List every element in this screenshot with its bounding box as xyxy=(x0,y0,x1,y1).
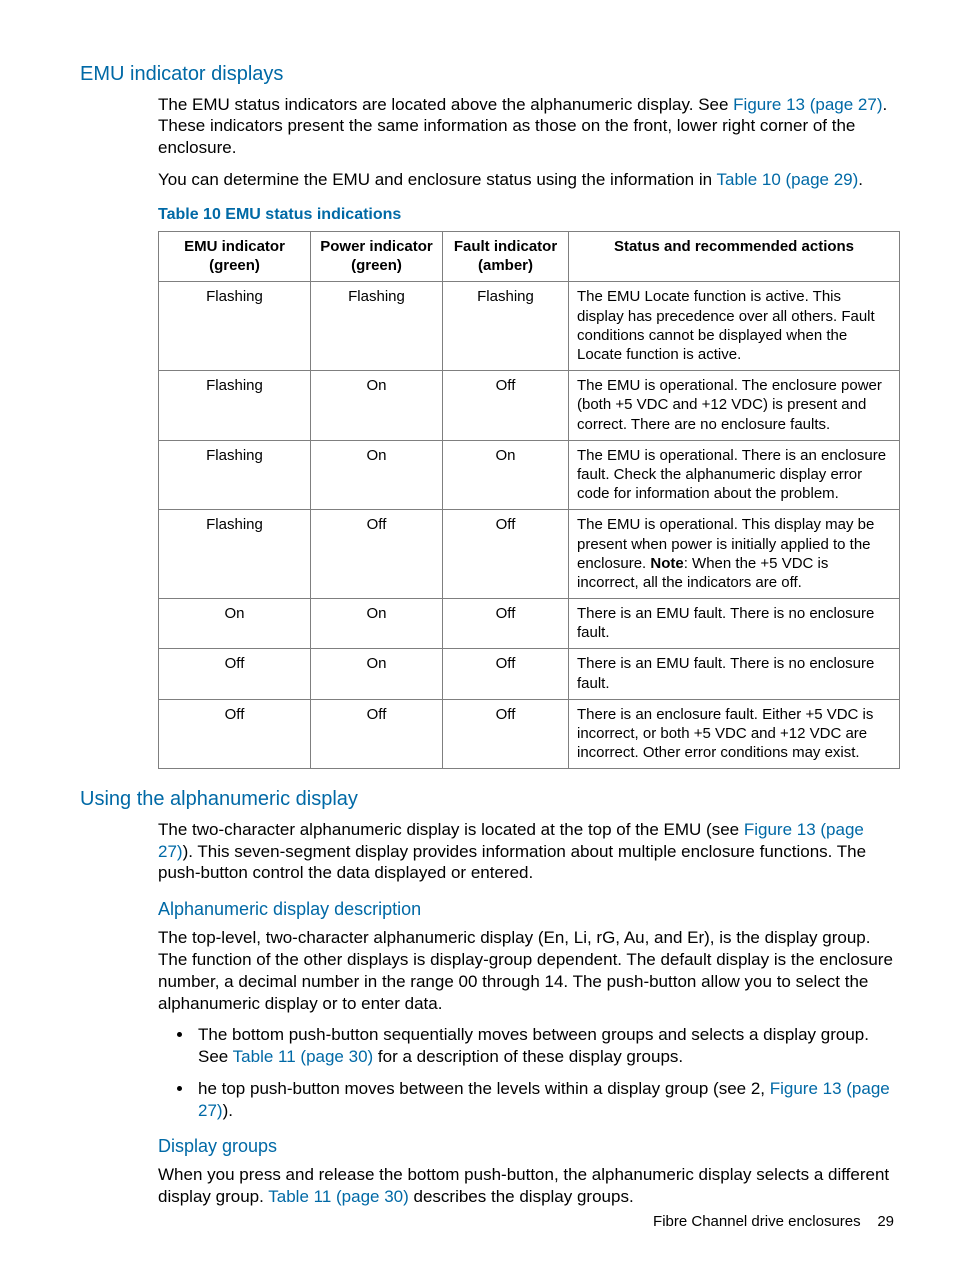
footer-title: Fibre Channel drive enclosures xyxy=(653,1213,861,1230)
cell: Flashing xyxy=(311,282,443,371)
text: ). xyxy=(223,1101,233,1120)
table-row: Off On Off There is an EMU fault. There … xyxy=(159,649,900,699)
cell: Off xyxy=(159,649,311,699)
list-item: The bottom push-button sequentially move… xyxy=(194,1024,894,1068)
heading-using-alphanumeric-display: Using the alphanumeric display xyxy=(80,787,894,813)
text: for a description of these display group… xyxy=(373,1047,683,1066)
text: The two-character alphanumeric display i… xyxy=(158,820,744,839)
text: You can determine the EMU and enclosure … xyxy=(158,170,717,189)
cell: On xyxy=(311,371,443,441)
cell: Off xyxy=(159,699,311,769)
table-emu-status: EMU indicator (green) Power indicator (g… xyxy=(158,231,900,769)
th-status-actions: Status and recommended actions xyxy=(569,232,900,282)
text: See xyxy=(198,1047,233,1066)
table-10-caption: Table 10 EMU status indications xyxy=(158,205,894,225)
cell: Off xyxy=(443,699,569,769)
cell: Flashing xyxy=(159,282,311,371)
table-row: Off Off Off There is an enclosure fault.… xyxy=(159,699,900,769)
footer-page-number: 29 xyxy=(877,1213,894,1230)
text: . xyxy=(858,170,863,189)
paragraph: You can determine the EMU and enclosure … xyxy=(158,169,894,191)
th-emu-indicator: EMU indicator (green) xyxy=(159,232,311,282)
paragraph: The EMU status indicators are located ab… xyxy=(158,94,894,159)
cell: Flashing xyxy=(159,371,311,441)
list-item: he top push-button moves between the lev… xyxy=(194,1078,894,1122)
page-footer: Fibre Channel drive enclosures 29 xyxy=(653,1212,894,1231)
text-bold: Note xyxy=(650,555,683,572)
link-table-11[interactable]: Table 11 (page 30) xyxy=(233,1047,374,1066)
th-power-indicator: Power indicator (green) xyxy=(311,232,443,282)
table-row: Flashing Off Off The EMU is operational.… xyxy=(159,510,900,599)
link-table-10[interactable]: Table 10 (page 29) xyxy=(717,170,859,189)
cell: Flashing xyxy=(159,440,311,510)
cell: The EMU Locate function is active. This … xyxy=(569,282,900,371)
paragraph: When you press and release the bottom pu… xyxy=(158,1164,894,1208)
cell: Off xyxy=(443,510,569,599)
cell: Off xyxy=(311,510,443,599)
table-row: On On Off There is an EMU fault. There i… xyxy=(159,599,900,649)
text: he top push-button moves between the lev… xyxy=(198,1079,770,1098)
cell: On xyxy=(443,440,569,510)
cell: On xyxy=(311,599,443,649)
text: The EMU status indicators are located ab… xyxy=(158,95,733,114)
text: describes the display groups. xyxy=(409,1187,634,1206)
heading-emu-indicator-displays: EMU indicator displays xyxy=(80,62,894,88)
table-row: Flashing On Off The EMU is operational. … xyxy=(159,371,900,441)
cell: On xyxy=(311,649,443,699)
cell: The EMU is operational. The enclosure po… xyxy=(569,371,900,441)
heading-display-groups: Display groups xyxy=(158,1135,894,1158)
cell: There is an EMU fault. There is no enclo… xyxy=(569,599,900,649)
text: The bottom push-button sequentially move… xyxy=(198,1025,869,1044)
cell: There is an enclosure fault. Either +5 V… xyxy=(569,699,900,769)
cell: Off xyxy=(443,599,569,649)
cell: Flashing xyxy=(159,510,311,599)
cell: Off xyxy=(443,649,569,699)
cell: Flashing xyxy=(443,282,569,371)
link-table-11[interactable]: Table 11 (page 30) xyxy=(268,1187,409,1206)
cell: Off xyxy=(443,371,569,441)
cell: The EMU is operational. There is an encl… xyxy=(569,440,900,510)
cell: Off xyxy=(311,699,443,769)
th-fault-indicator: Fault indicator (amber) xyxy=(443,232,569,282)
table-row: Flashing On On The EMU is operational. T… xyxy=(159,440,900,510)
text: ). This seven-segment display provides i… xyxy=(158,842,866,883)
table-header-row: EMU indicator (green) Power indicator (g… xyxy=(159,232,900,282)
cell: On xyxy=(311,440,443,510)
paragraph: The top-level, two-character alphanumeri… xyxy=(158,927,894,1014)
table-row: Flashing Flashing Flashing The EMU Locat… xyxy=(159,282,900,371)
cell: The EMU is operational. This display may… xyxy=(569,510,900,599)
cell: On xyxy=(159,599,311,649)
heading-alphanumeric-display-description: Alphanumeric display description xyxy=(158,898,894,921)
bullet-list: The bottom push-button sequentially move… xyxy=(158,1024,894,1121)
cell: There is an EMU fault. There is no enclo… xyxy=(569,649,900,699)
paragraph: The two-character alphanumeric display i… xyxy=(158,819,894,884)
link-figure-13[interactable]: Figure 13 (page 27) xyxy=(733,95,882,114)
